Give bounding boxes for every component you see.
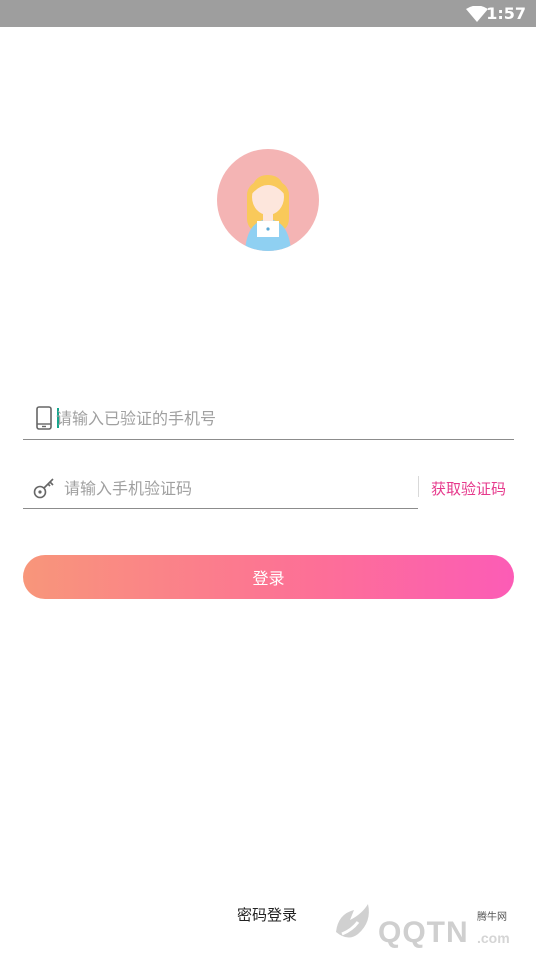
watermark-brand: QQTN (378, 916, 469, 949)
watermark: QQTN 腾牛网 .com (328, 896, 528, 949)
login-button[interactable]: 登录 (23, 555, 514, 599)
status-bar: 1:57 (0, 0, 536, 27)
phone-input[interactable] (56, 404, 496, 432)
status-time: 1:57 (486, 4, 526, 23)
code-field (23, 470, 418, 509)
code-divider (418, 476, 419, 497)
code-input[interactable] (64, 474, 404, 502)
phone-field (23, 400, 514, 440)
get-code-button[interactable]: 获取验证码 (431, 478, 506, 499)
password-login-link[interactable]: 密码登录 (237, 904, 297, 925)
watermark-logo-icon (336, 904, 369, 938)
avatar (217, 149, 319, 251)
watermark-small-text: 腾牛网 (477, 912, 507, 923)
phone-icon (36, 406, 52, 430)
key-icon (33, 478, 54, 499)
watermark-domain: .com (477, 930, 510, 946)
wifi-icon (466, 6, 488, 22)
